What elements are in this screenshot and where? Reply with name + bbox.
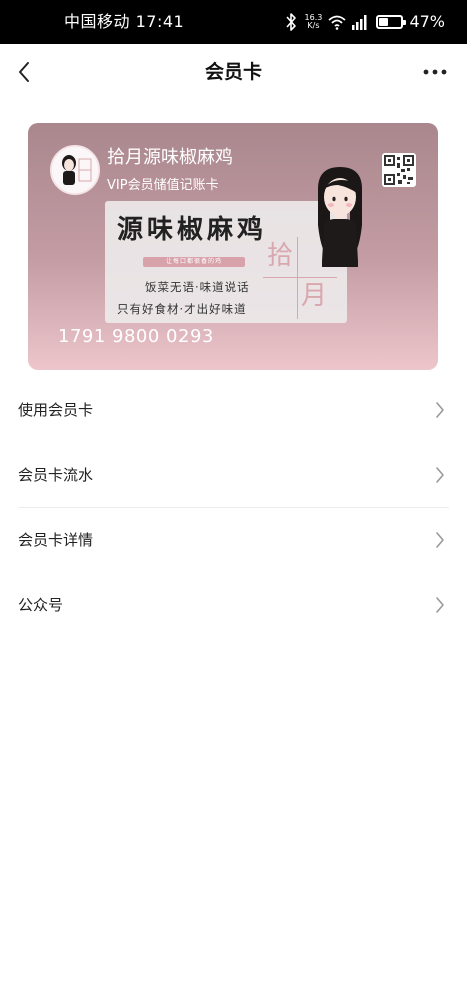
status-icons: 16.3 K/s 47% xyxy=(284,10,445,34)
network-speed: 16.3 K/s xyxy=(304,14,323,30)
card-type: VIP会员储值记账卡 xyxy=(107,178,219,193)
menu-item-label: 会员卡详情 xyxy=(18,531,94,549)
battery-fill xyxy=(379,18,389,26)
menu-item-use-card[interactable]: 使用会员卡 xyxy=(0,378,467,443)
card-number: 1791 9800 0293 xyxy=(58,326,214,347)
qr-code-icon xyxy=(384,155,414,185)
stamp-line xyxy=(297,237,298,319)
menu-item-official-account[interactable]: 公众号 xyxy=(0,573,467,638)
cellular-signal-icon xyxy=(352,15,367,30)
battery-icon xyxy=(376,15,407,29)
membership-card[interactable]: 拾月源味椒麻鸡 VIP会员储值记账卡 源味椒麻鸡 让每口都很香的鸡 饭菜无语·味… xyxy=(28,123,438,370)
chevron-right-icon xyxy=(436,402,444,418)
menu-item-label: 公众号 xyxy=(18,596,64,614)
logo-band: 让每口都很香的鸡 xyxy=(143,257,245,267)
logo-slogan-line1: 饭菜无语·味道说话 xyxy=(145,280,250,294)
chevron-right-icon xyxy=(436,597,444,613)
stamp-char: 月 xyxy=(301,281,328,311)
carrier-time: 中国移动 17:41 xyxy=(64,12,185,31)
chevron-right-icon xyxy=(436,532,444,548)
more-button[interactable] xyxy=(421,60,449,84)
store-name: 拾月源味椒麻鸡 xyxy=(107,147,233,168)
logo-slogan-line2: 只有好食材·才出好味道 xyxy=(117,302,247,316)
wifi-icon xyxy=(328,15,347,30)
battery-percent: 47% xyxy=(409,12,445,31)
store-avatar-image xyxy=(52,147,98,193)
stamp-line xyxy=(263,277,337,278)
network-speed-unit: K/s xyxy=(307,21,320,30)
card-menu: 使用会员卡 会员卡流水 会员卡详情 公众号 xyxy=(0,378,467,638)
menu-item-card-transactions[interactable]: 会员卡流水 xyxy=(0,443,467,508)
bluetooth-icon xyxy=(286,13,297,31)
menu-item-label: 使用会员卡 xyxy=(18,401,94,419)
page-title: 会员卡 xyxy=(204,61,262,83)
page-header: 会员卡 xyxy=(0,44,467,100)
menu-item-label: 会员卡流水 xyxy=(18,466,94,484)
chevron-right-icon xyxy=(436,467,444,483)
girl-illustration xyxy=(318,167,362,267)
menu-item-card-details[interactable]: 会员卡详情 xyxy=(0,508,467,573)
qr-code-button[interactable] xyxy=(382,153,416,187)
more-dots-icon xyxy=(423,69,447,75)
logo-title: 源味椒麻鸡 xyxy=(117,215,268,245)
stamp-char: 拾 xyxy=(267,241,294,271)
store-avatar xyxy=(50,145,100,195)
status-bar: 中国移动 17:41 16.3 K/s 47% xyxy=(0,0,467,44)
